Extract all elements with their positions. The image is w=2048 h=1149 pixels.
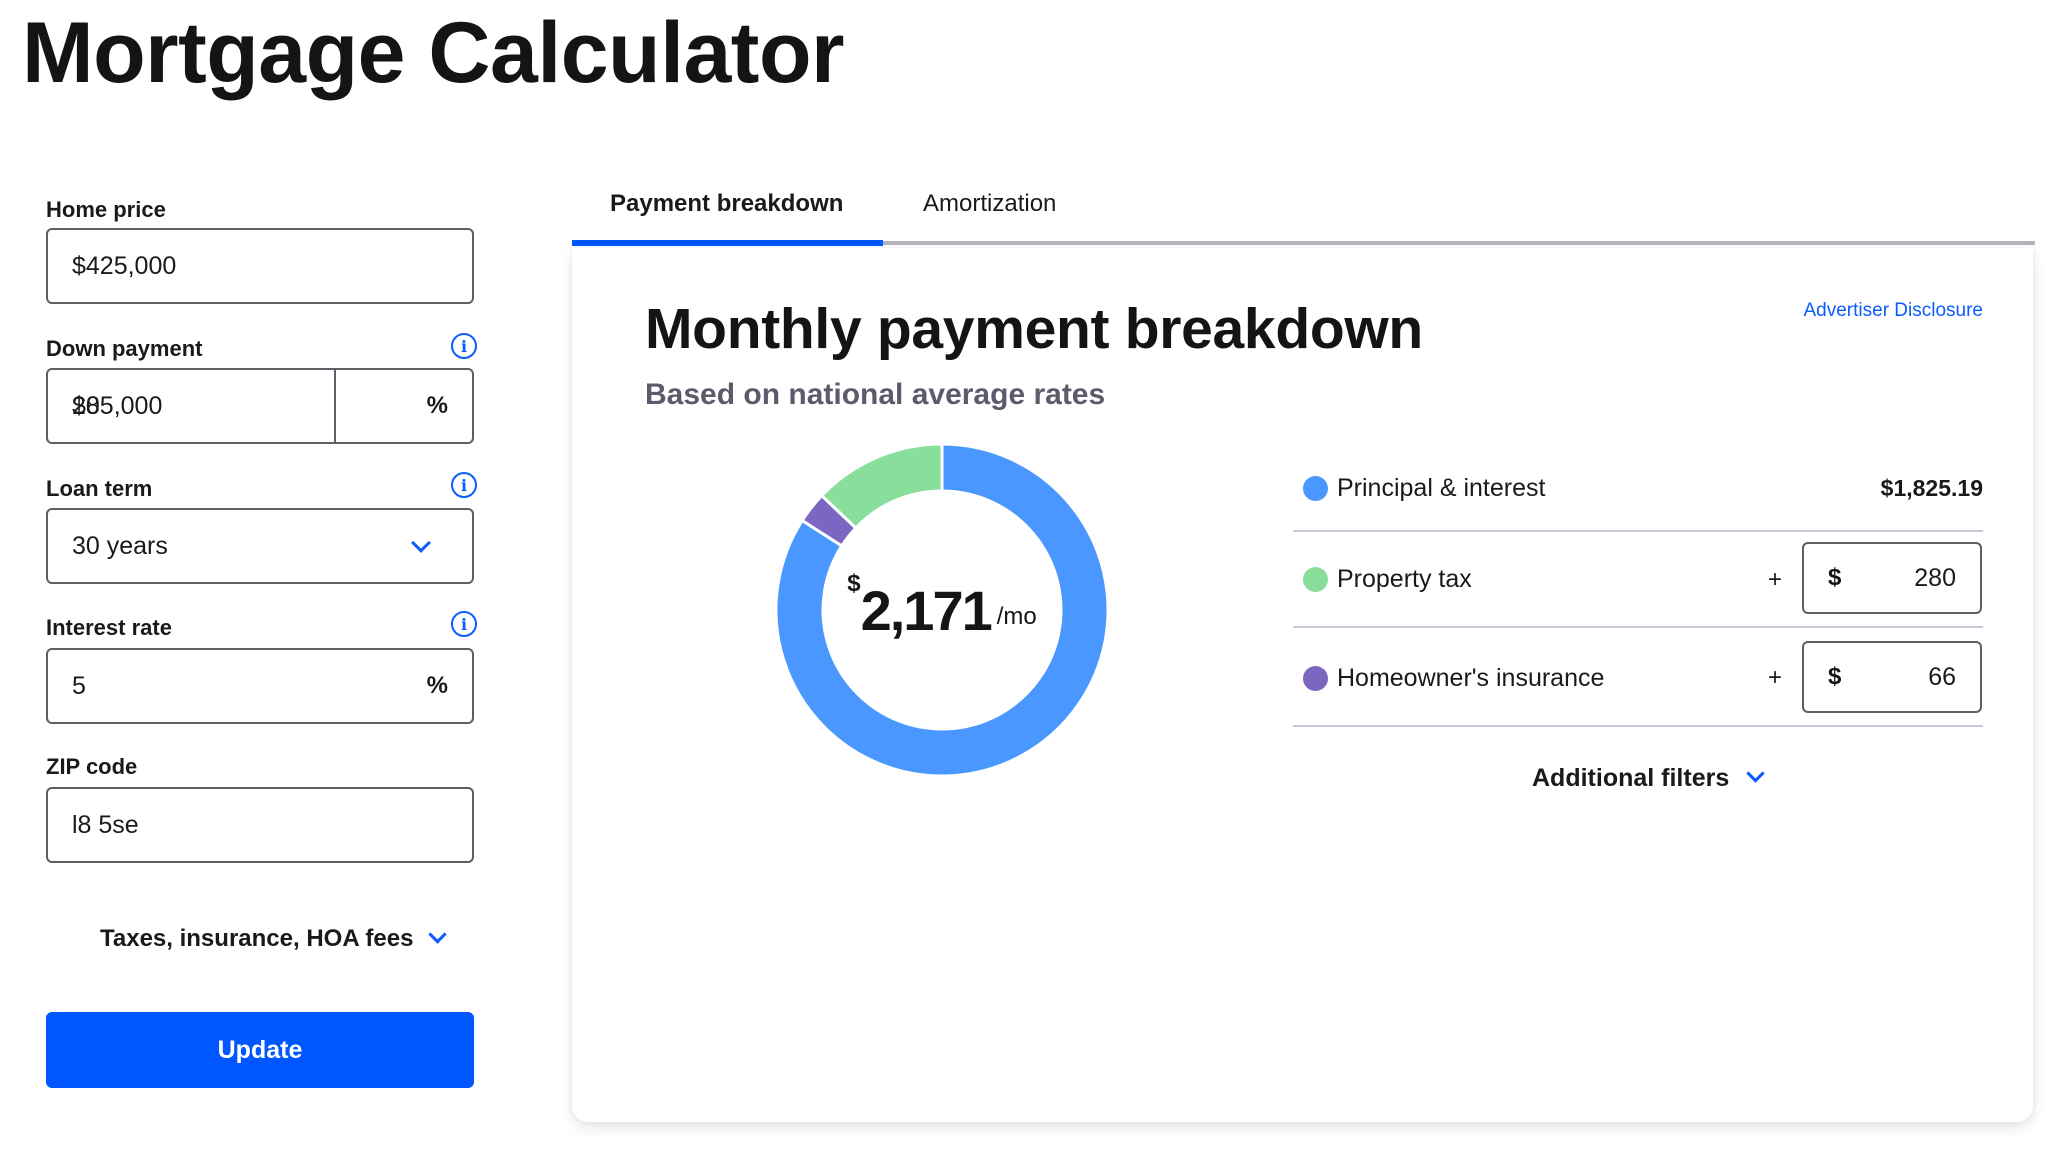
insurance-dot-icon — [1303, 666, 1328, 691]
total-amount: 2,171 — [860, 578, 993, 642]
payment-breakdown-card: Monthly payment breakdown Based on natio… — [572, 248, 2033, 1122]
property-tax-input[interactable] — [1856, 544, 1956, 612]
page-title: Mortgage Calculator — [22, 5, 844, 101]
additional-filters-toggle[interactable]: Additional filters — [1532, 764, 1765, 793]
tab-amortization[interactable]: Amortization — [923, 190, 1056, 218]
legend-row-principal: Principal & interest — [1293, 470, 1983, 510]
down-payment-percent-input[interactable] — [72, 370, 372, 442]
advertiser-disclosure-link[interactable]: Advertiser Disclosure — [1804, 300, 1984, 322]
chevron-down-icon — [411, 533, 431, 553]
zip-code-field[interactable] — [46, 787, 474, 863]
card-title: Monthly payment breakdown — [645, 297, 1423, 361]
interest-rate-label: Interest rate — [46, 615, 172, 640]
property-tax-label: Property tax — [1337, 565, 1472, 593]
down-payment-field: % — [46, 368, 474, 444]
home-price-label: Home price — [46, 197, 166, 222]
card-subtitle: Based on national average rates — [645, 378, 1106, 411]
loan-term-select[interactable]: 30 years — [46, 508, 474, 584]
loan-term-value: 30 years — [72, 531, 168, 560]
principal-dot-icon — [1303, 476, 1328, 501]
plus-sign: + — [1768, 664, 1783, 691]
active-tab-indicator — [572, 240, 883, 246]
chevron-down-icon — [428, 924, 448, 944]
home-price-field[interactable] — [46, 228, 474, 304]
plus-sign: + — [1768, 566, 1783, 593]
principal-label: Principal & interest — [1337, 474, 1546, 502]
taxes-insurance-hoa-toggle[interactable]: Taxes, insurance, HOA fees — [100, 924, 448, 953]
principal-value: $1,825.19 — [1880, 475, 1983, 501]
donut-total: $ 2,171 /mo — [772, 440, 1112, 780]
currency-prefix: $ — [1828, 663, 1842, 690]
home-price-input[interactable] — [72, 230, 372, 302]
insurance-field[interactable]: $ — [1802, 641, 1982, 713]
loan-term-label: Loan term — [46, 476, 153, 501]
legend-divider — [1293, 725, 1983, 727]
taxes-toggle-label: Taxes, insurance, HOA fees — [100, 925, 414, 952]
interest-rate-info-icon[interactable]: i — [451, 611, 477, 637]
percent-suffix: % — [426, 392, 448, 419]
total-currency: $ — [847, 570, 861, 597]
total-period: /mo — [996, 603, 1037, 630]
insurance-label: Homeowner's insurance — [1337, 664, 1605, 692]
tab-bar: Payment breakdown Amortization — [572, 190, 2035, 246]
zip-code-input[interactable] — [72, 789, 372, 861]
property-tax-dot-icon — [1303, 567, 1328, 592]
zip-code-label: ZIP code — [46, 754, 138, 779]
tab-payment-breakdown[interactable]: Payment breakdown — [610, 190, 843, 218]
legend-divider — [1293, 530, 1983, 532]
interest-rate-input[interactable] — [72, 650, 372, 722]
loan-term-info-icon[interactable]: i — [451, 472, 477, 498]
insurance-input[interactable] — [1856, 643, 1956, 711]
legend-divider — [1293, 626, 1983, 628]
property-tax-field[interactable]: $ — [1802, 542, 1982, 614]
update-button[interactable]: Update — [46, 1012, 474, 1088]
interest-rate-field[interactable]: % — [46, 648, 474, 724]
currency-prefix: $ — [1828, 564, 1842, 591]
down-payment-info-icon[interactable]: i — [451, 333, 477, 359]
down-payment-label: Down payment — [46, 336, 203, 361]
percent-suffix: % — [426, 672, 448, 699]
additional-filters-label: Additional filters — [1532, 764, 1730, 792]
chevron-down-icon — [1746, 764, 1765, 783]
